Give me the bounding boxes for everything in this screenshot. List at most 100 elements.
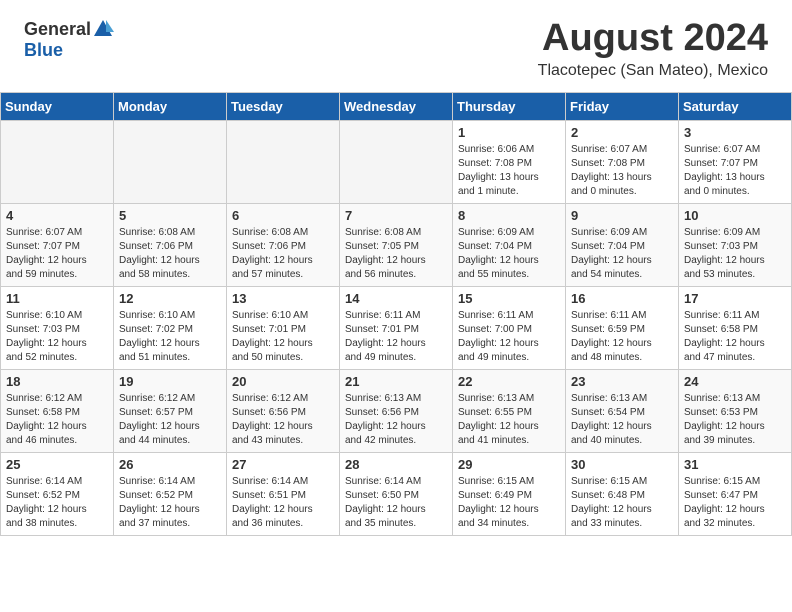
day-info: Sunrise: 6:06 AM Sunset: 7:08 PM Dayligh…	[458, 143, 560, 199]
day-number: 7	[345, 208, 447, 223]
weekday-header-saturday: Saturday	[679, 92, 792, 120]
day-info: Sunrise: 6:09 AM Sunset: 7:03 PM Dayligh…	[684, 226, 786, 282]
calendar-cell: 16 Sunrise: 6:11 AM Sunset: 6:59 PM Dayli…	[566, 286, 679, 369]
calendar-cell: 27 Sunrise: 6:14 AM Sunset: 6:51 PM Dayli…	[227, 452, 340, 535]
day-info: Sunrise: 6:11 AM Sunset: 6:58 PM Dayligh…	[684, 309, 786, 365]
day-info: Sunrise: 6:15 AM Sunset: 6:48 PM Dayligh…	[571, 475, 673, 531]
day-info: Sunrise: 6:14 AM Sunset: 6:52 PM Dayligh…	[119, 475, 221, 531]
calendar-table: SundayMondayTuesdayWednesdayThursdayFrid…	[0, 92, 792, 536]
day-number: 19	[119, 374, 221, 389]
day-info: Sunrise: 6:07 AM Sunset: 7:07 PM Dayligh…	[6, 226, 108, 282]
weekday-header-sunday: Sunday	[1, 92, 114, 120]
weekday-header-tuesday: Tuesday	[227, 92, 340, 120]
title-section: August 2024 Tlacotepec (San Mateo), Mexi…	[538, 18, 768, 80]
day-info: Sunrise: 6:07 AM Sunset: 7:07 PM Dayligh…	[684, 143, 786, 199]
day-number: 12	[119, 291, 221, 306]
day-number: 2	[571, 125, 673, 140]
day-number: 6	[232, 208, 334, 223]
day-info: Sunrise: 6:07 AM Sunset: 7:08 PM Dayligh…	[571, 143, 673, 199]
calendar-cell	[227, 120, 340, 203]
calendar-cell: 6 Sunrise: 6:08 AM Sunset: 7:06 PM Daylig…	[227, 203, 340, 286]
calendar-week-1: 1 Sunrise: 6:06 AM Sunset: 7:08 PM Daylig…	[1, 120, 792, 203]
day-info: Sunrise: 6:11 AM Sunset: 6:59 PM Dayligh…	[571, 309, 673, 365]
day-info: Sunrise: 6:08 AM Sunset: 7:06 PM Dayligh…	[232, 226, 334, 282]
calendar-cell: 17 Sunrise: 6:11 AM Sunset: 6:58 PM Dayli…	[679, 286, 792, 369]
day-number: 9	[571, 208, 673, 223]
day-info: Sunrise: 6:09 AM Sunset: 7:04 PM Dayligh…	[458, 226, 560, 282]
calendar-cell: 28 Sunrise: 6:14 AM Sunset: 6:50 PM Dayli…	[340, 452, 453, 535]
calendar-cell: 23 Sunrise: 6:13 AM Sunset: 6:54 PM Dayli…	[566, 369, 679, 452]
day-info: Sunrise: 6:10 AM Sunset: 7:01 PM Dayligh…	[232, 309, 334, 365]
day-number: 27	[232, 457, 334, 472]
day-info: Sunrise: 6:11 AM Sunset: 7:00 PM Dayligh…	[458, 309, 560, 365]
calendar-cell: 10 Sunrise: 6:09 AM Sunset: 7:03 PM Dayli…	[679, 203, 792, 286]
day-number: 16	[571, 291, 673, 306]
calendar-cell	[1, 120, 114, 203]
day-number: 11	[6, 291, 108, 306]
day-number: 8	[458, 208, 560, 223]
day-info: Sunrise: 6:13 AM Sunset: 6:55 PM Dayligh…	[458, 392, 560, 448]
day-number: 17	[684, 291, 786, 306]
weekday-header-friday: Friday	[566, 92, 679, 120]
day-info: Sunrise: 6:15 AM Sunset: 6:49 PM Dayligh…	[458, 475, 560, 531]
logo: General Blue	[24, 18, 114, 61]
day-number: 25	[6, 457, 108, 472]
calendar-week-5: 25 Sunrise: 6:14 AM Sunset: 6:52 PM Dayli…	[1, 452, 792, 535]
weekday-header-monday: Monday	[114, 92, 227, 120]
calendar-cell: 5Sunrise: 6:08 AM Sunset: 7:06 PM Daylig…	[114, 203, 227, 286]
calendar-cell: 25Sunrise: 6:14 AM Sunset: 6:52 PM Dayli…	[1, 452, 114, 535]
calendar-cell	[340, 120, 453, 203]
calendar-cell: 24Sunrise: 6:13 AM Sunset: 6:53 PM Dayli…	[679, 369, 792, 452]
day-number: 15	[458, 291, 560, 306]
calendar-cell: 30 Sunrise: 6:15 AM Sunset: 6:48 PM Dayli…	[566, 452, 679, 535]
day-number: 1	[458, 125, 560, 140]
day-number: 28	[345, 457, 447, 472]
weekday-header-row: SundayMondayTuesdayWednesdayThursdayFrid…	[1, 92, 792, 120]
day-number: 4	[6, 208, 108, 223]
calendar-cell: 2 Sunrise: 6:07 AM Sunset: 7:08 PM Daylig…	[566, 120, 679, 203]
day-info: Sunrise: 6:13 AM Sunset: 6:56 PM Dayligh…	[345, 392, 447, 448]
day-number: 3	[684, 125, 786, 140]
calendar-cell: 13 Sunrise: 6:10 AM Sunset: 7:01 PM Dayli…	[227, 286, 340, 369]
weekday-header-wednesday: Wednesday	[340, 92, 453, 120]
day-info: Sunrise: 6:15 AM Sunset: 6:47 PM Dayligh…	[684, 475, 786, 531]
day-info: Sunrise: 6:14 AM Sunset: 6:50 PM Dayligh…	[345, 475, 447, 531]
day-number: 20	[232, 374, 334, 389]
day-number: 10	[684, 208, 786, 223]
day-number: 31	[684, 457, 786, 472]
day-info: Sunrise: 6:12 AM Sunset: 6:58 PM Dayligh…	[6, 392, 108, 448]
page-header: General Blue August 2024 Tlacotepec (San…	[0, 0, 792, 84]
weekday-header-thursday: Thursday	[453, 92, 566, 120]
calendar-cell: 12Sunrise: 6:10 AM Sunset: 7:02 PM Dayli…	[114, 286, 227, 369]
day-info: Sunrise: 6:08 AM Sunset: 7:06 PM Dayligh…	[119, 226, 221, 282]
day-info: Sunrise: 6:12 AM Sunset: 6:56 PM Dayligh…	[232, 392, 334, 448]
calendar-cell: 26 Sunrise: 6:14 AM Sunset: 6:52 PM Dayli…	[114, 452, 227, 535]
calendar-week-4: 18 Sunrise: 6:12 AM Sunset: 6:58 PM Dayli…	[1, 369, 792, 452]
day-number: 22	[458, 374, 560, 389]
calendar-cell: 31 Sunrise: 6:15 AM Sunset: 6:47 PM Dayli…	[679, 452, 792, 535]
calendar-cell: 21Sunrise: 6:13 AM Sunset: 6:56 PM Dayli…	[340, 369, 453, 452]
day-number: 30	[571, 457, 673, 472]
logo-blue-text: Blue	[24, 40, 63, 61]
calendar-cell: 18 Sunrise: 6:12 AM Sunset: 6:58 PM Dayli…	[1, 369, 114, 452]
day-number: 14	[345, 291, 447, 306]
day-number: 23	[571, 374, 673, 389]
day-number: 26	[119, 457, 221, 472]
day-number: 29	[458, 457, 560, 472]
calendar-week-2: 4 Sunrise: 6:07 AM Sunset: 7:07 PM Daylig…	[1, 203, 792, 286]
calendar-cell: 7Sunrise: 6:08 AM Sunset: 7:05 PM Daylig…	[340, 203, 453, 286]
calendar-cell: 11Sunrise: 6:10 AM Sunset: 7:03 PM Dayli…	[1, 286, 114, 369]
calendar-cell: 19 Sunrise: 6:12 AM Sunset: 6:57 PM Dayli…	[114, 369, 227, 452]
calendar-cell: 14Sunrise: 6:11 AM Sunset: 7:01 PM Dayli…	[340, 286, 453, 369]
day-info: Sunrise: 6:14 AM Sunset: 6:51 PM Dayligh…	[232, 475, 334, 531]
calendar-cell	[114, 120, 227, 203]
day-info: Sunrise: 6:12 AM Sunset: 6:57 PM Dayligh…	[119, 392, 221, 448]
calendar-cell: 9 Sunrise: 6:09 AM Sunset: 7:04 PM Daylig…	[566, 203, 679, 286]
day-number: 18	[6, 374, 108, 389]
day-number: 13	[232, 291, 334, 306]
day-info: Sunrise: 6:09 AM Sunset: 7:04 PM Dayligh…	[571, 226, 673, 282]
calendar-cell: 3 Sunrise: 6:07 AM Sunset: 7:07 PM Daylig…	[679, 120, 792, 203]
day-info: Sunrise: 6:13 AM Sunset: 6:54 PM Dayligh…	[571, 392, 673, 448]
calendar-cell: 15 Sunrise: 6:11 AM Sunset: 7:00 PM Dayli…	[453, 286, 566, 369]
month-year-title: August 2024	[538, 18, 768, 60]
